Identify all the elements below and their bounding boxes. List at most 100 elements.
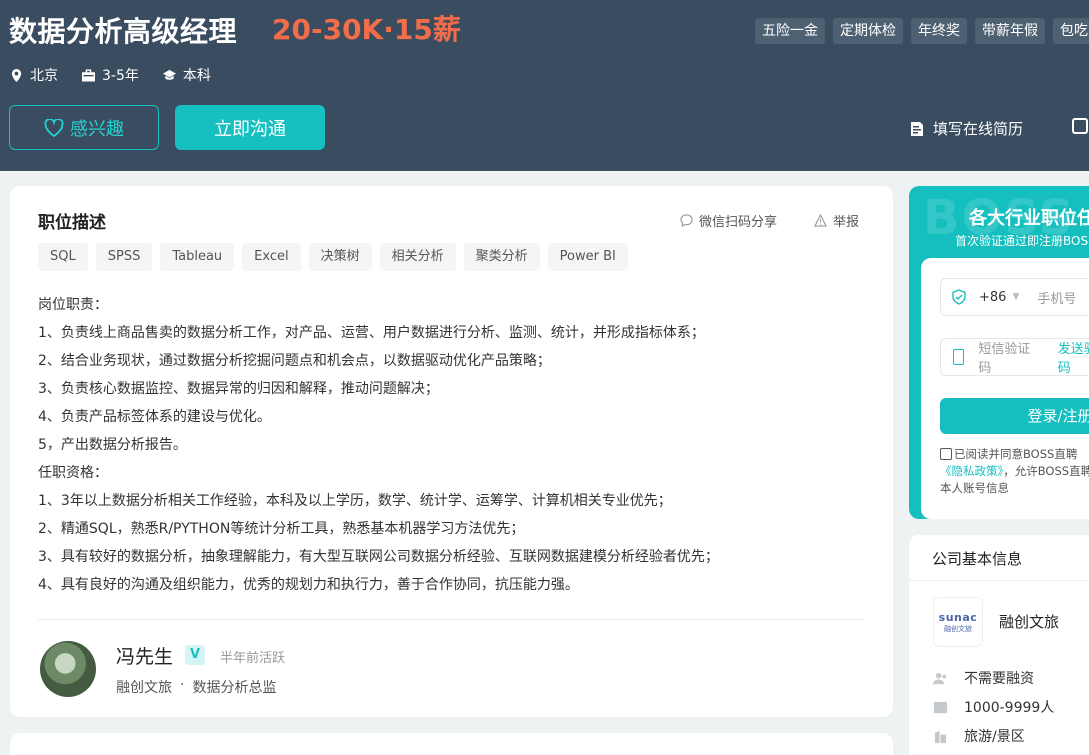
divider	[38, 619, 864, 620]
industry-text: 旅游/景区	[964, 729, 1025, 745]
description-line: 2、精通SQL，熟悉R/PYTHON等统计分析工具，熟悉基本机器学习方法优先；	[38, 521, 525, 537]
description-line: 4、负责产品标签体系的建设与优化。	[38, 409, 271, 425]
experience-text: 3-5年	[102, 68, 139, 84]
company-card-header: 公司基本信息	[909, 535, 1089, 581]
send-code-button[interactable]: 发送验证码	[1058, 338, 1089, 376]
recruiter-position: 数据分析总监	[192, 680, 277, 696]
company-logo[interactable]: sunac 融创文旅	[933, 597, 983, 647]
app-icon[interactable]	[1072, 118, 1088, 134]
verified-badge-icon: V	[185, 645, 205, 665]
separator: ·	[180, 677, 185, 693]
briefcase-icon	[82, 68, 95, 82]
benefit-tags: 五险一金 定期体检 年终奖 带薪年假 包吃	[755, 18, 1089, 44]
benefit-tag: 定期体检	[833, 18, 903, 44]
section-title: 职位描述	[38, 213, 106, 233]
education-text: 本科	[182, 68, 211, 84]
location-text: 北京	[30, 68, 58, 84]
heart-icon	[44, 118, 64, 137]
report-label: 举报	[833, 215, 860, 230]
location-pin-icon	[11, 68, 22, 82]
skill-tag: SPSS	[95, 243, 153, 271]
report-button[interactable]: 举报	[814, 211, 859, 230]
login-panel: BOSS 各大行业职位任你选 首次验证通过即注册BOSS直聘账号 +86 ▼ 手…	[909, 186, 1089, 519]
skill-tag: 相关分析	[379, 243, 456, 271]
next-section-card	[10, 733, 893, 755]
warning-icon	[814, 214, 827, 227]
shield-icon	[952, 289, 966, 305]
job-description-text: 岗位职责： 1、负责线上商品售卖的数据分析工作，对产品、运营、用户数据进行分析、…	[38, 291, 868, 599]
skill-tag: 决策树	[308, 243, 372, 271]
job-description-card: 职位描述 微信扫码分享 举报 SQL SPSS Tableau Excel 决策…	[10, 186, 893, 717]
skill-tag: Tableau	[160, 243, 235, 271]
agree-checkbox[interactable]	[940, 448, 952, 460]
description-line: 1、3年以上数据分析相关工作经验，本科及以上学历，数学、统计学、运筹学、计算机相…	[38, 493, 672, 509]
description-line: 任职资格：	[38, 465, 108, 481]
experience-meta: 3-5年	[82, 65, 139, 85]
resume-icon	[911, 121, 923, 136]
wechat-share-button[interactable]: 微信扫码分享	[680, 211, 777, 230]
phone-input[interactable]: +86 ▼ 手机号	[940, 278, 1089, 316]
skill-tag: 聚类分析	[463, 243, 540, 271]
description-line: 2、结合业务现状，通过数据分析挖掘问题点和机会点，以数据驱动优化产品策略；	[38, 353, 551, 369]
description-line: 3、具有较好的数据分析，抽象理解能力，有大型互联网公司数据分析经验、互联网数据建…	[38, 549, 719, 565]
company-financing: 不需要融资	[933, 668, 1034, 688]
job-header: 数据分析高级经理 20-30K·15薪 五险一金 定期体检 年终奖 带薪年假 包…	[0, 0, 1089, 171]
skill-tags: SQL SPSS Tableau Excel 决策树 相关分析 聚类分析 Pow…	[38, 243, 628, 271]
description-line: 岗位职责：	[38, 297, 108, 313]
logo-text: sunac	[938, 611, 978, 624]
interested-label: 感兴趣	[70, 118, 124, 140]
salary: 20-30K·15薪	[272, 13, 461, 46]
agree-text-3: 本人账号信息	[940, 481, 1009, 495]
sms-code-input[interactable]: 短信验证码 发送验证码	[940, 338, 1089, 376]
benefit-tag: 五险一金	[755, 18, 825, 44]
interested-button[interactable]: 感兴趣	[9, 105, 159, 150]
login-register-button[interactable]: 登录/注册	[940, 398, 1089, 434]
recruiter-info: 融创文旅 · 数据分析总监	[116, 677, 276, 697]
chevron-down-icon: ▼	[1012, 292, 1020, 302]
phone-icon	[953, 349, 965, 365]
description-line: 3、负责核心数据监控、数据异常的归因和解释，推动问题解决；	[38, 381, 439, 397]
benefit-tag: 包吃	[1053, 18, 1089, 44]
company-section-title: 公司基本信息	[932, 550, 1023, 568]
logo-subtext: 融创文旅	[944, 625, 972, 633]
benefit-tag: 年终奖	[911, 18, 967, 44]
recruiter-avatar[interactable]	[40, 641, 96, 697]
description-line: 5，产出数据分析报告。	[38, 437, 187, 453]
recruiter-name: 冯先生	[116, 646, 174, 668]
company-info-card: 公司基本信息 sunac 融创文旅 融创文旅 不需要融资 1000-9999人 …	[909, 535, 1089, 755]
online-resume-link[interactable]: 填写在线简历	[909, 118, 1023, 139]
graduation-cap-icon	[162, 69, 176, 80]
description-line: 4、具有良好的沟通及组织能力，优秀的规划力和执行力，善于合作协同，抗压能力强。	[38, 577, 579, 593]
financing-text: 不需要融资	[964, 671, 1034, 687]
job-title: 数据分析高级经理	[9, 15, 238, 48]
skill-tag: Power BI	[547, 243, 628, 271]
skill-tag: SQL	[38, 243, 88, 271]
online-resume-label: 填写在线简历	[933, 120, 1024, 138]
chat-bubble-icon	[680, 214, 693, 227]
location-meta: 北京	[10, 65, 58, 85]
recruiter-company: 融创文旅	[116, 680, 172, 696]
company-name[interactable]: 融创文旅	[999, 611, 1059, 632]
agreement: 已阅读并同意BOSS直聘 《隐私政策》，允许BOSS直聘统一管理 本人账号信息	[940, 446, 1089, 497]
active-status: 半年前活跃	[220, 651, 286, 666]
agree-text: 已阅读并同意BOSS直聘	[954, 447, 1078, 461]
privacy-policy-link[interactable]: 《隐私政策》	[940, 464, 1003, 478]
chat-now-button[interactable]: 立即沟通	[175, 105, 325, 150]
share-label: 微信扫码分享	[699, 215, 778, 230]
sms-code-placeholder: 短信验证码	[978, 342, 1031, 376]
skill-tag: Excel	[242, 243, 301, 271]
login-subtitle: 首次验证通过即注册BOSS直聘账号	[955, 234, 1089, 248]
benefit-tag: 带薪年假	[975, 18, 1045, 44]
description-line: 1、负责线上商品售卖的数据分析工作，对产品、运营、用户数据进行分析、监测、统计，…	[38, 325, 705, 341]
size-text: 1000-9999人	[964, 700, 1055, 716]
agree-text-2: ，允许BOSS直聘统一管理	[1003, 464, 1089, 478]
login-form: +86 ▼ 手机号 短信验证码 发送验证码 登录/注册 已阅读并同意BOSS直聘…	[921, 258, 1089, 519]
country-code-select[interactable]: +86	[979, 290, 1006, 305]
company-size: 1000-9999人	[933, 697, 1054, 717]
job-meta: 北京 3-5年 本科	[10, 65, 211, 85]
building-icon	[934, 730, 947, 743]
users-icon	[933, 672, 947, 684]
chart-icon	[933, 701, 948, 713]
education-meta: 本科	[162, 65, 211, 85]
login-title: 各大行业职位任你选	[969, 208, 1089, 229]
